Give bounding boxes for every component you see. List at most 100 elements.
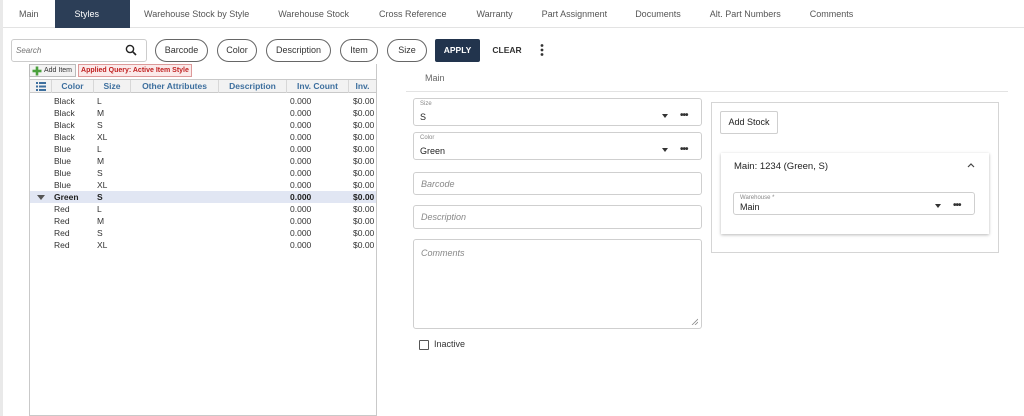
cell-size: S — [97, 192, 103, 202]
warehouse-field[interactable]: Warehouse * Main ••• — [733, 192, 975, 215]
inactive-label: Inactive — [434, 339, 466, 349]
table-row[interactable]: Blue S 0.000 $0.00 — [30, 167, 376, 179]
table-row[interactable]: Black XL 0.000 $0.00 — [30, 131, 376, 143]
resize-handle-icon[interactable] — [691, 318, 698, 325]
grid-toolbar: Add Item Applied Query: Active Item Styl… — [29, 64, 192, 78]
filter-description-button[interactable]: Description — [266, 39, 331, 62]
cell-color: Black — [54, 96, 75, 106]
column-header-inv-count[interactable]: Inv. Count — [287, 80, 349, 93]
plus-icon — [32, 66, 42, 75]
cell-inv-count: 0.000 — [290, 96, 312, 106]
tab-alt-part-numbers[interactable]: Alt. Part Numbers — [695, 0, 796, 28]
filter-color-button[interactable]: Color — [217, 39, 257, 62]
warehouse-field-label: Warehouse * — [740, 195, 775, 201]
cell-inv: $0.00 — [353, 108, 375, 118]
tab-styles[interactable]: Styles — [54, 0, 131, 28]
cell-color: Blue — [54, 156, 72, 166]
cell-size: L — [97, 204, 102, 214]
cell-size: M — [97, 156, 105, 166]
table-row[interactable]: Black L 0.000 $0.00 — [30, 95, 376, 107]
table-row[interactable]: Red L 0.000 $0.00 — [30, 203, 376, 215]
color-field-label: Color — [420, 135, 435, 141]
cell-size: XL — [97, 240, 108, 250]
add-item-button[interactable]: Add Item — [29, 64, 77, 77]
column-header-inv[interactable]: Inv. — [349, 80, 376, 93]
add-item-label: Add Item — [44, 67, 73, 74]
filter-barcode-button[interactable]: Barcode — [155, 39, 208, 62]
table-row[interactable]: Red S 0.000 $0.00 — [30, 227, 376, 239]
cell-inv-count: 0.000 — [290, 228, 312, 238]
table-row[interactable]: Blue L 0.000 $0.00 — [30, 143, 376, 155]
column-header-color[interactable]: Color — [52, 80, 94, 93]
stock-card: Main: 1234 (Green, S) Warehouse * Main •… — [721, 153, 989, 234]
color-lookup-icon[interactable]: ••• — [680, 145, 688, 155]
tab-warranty[interactable]: Warranty — [461, 0, 527, 28]
tab-bar: Main Styles Warehouse Stock by Style War… — [3, 0, 1024, 28]
size-dropdown-icon[interactable] — [662, 114, 668, 118]
search-icon[interactable] — [125, 44, 137, 56]
cell-size: L — [97, 144, 102, 154]
cell-size: XL — [97, 180, 108, 190]
column-header-other-attributes[interactable]: Other Attributes — [131, 80, 219, 93]
tab-cross-reference[interactable]: Cross Reference — [364, 0, 462, 28]
cell-inv-count: 0.000 — [290, 120, 312, 130]
table-row[interactable]: Green S 0.000 $0.00 — [30, 191, 376, 203]
comments-placeholder: Comments — [421, 248, 465, 258]
tab-warehouse-stock-by-style[interactable]: Warehouse Stock by Style — [130, 0, 263, 28]
cell-size: S — [97, 168, 103, 178]
tab-documents[interactable]: Documents — [621, 0, 695, 28]
cell-color: Black — [54, 108, 75, 118]
cell-size: XL — [97, 132, 108, 142]
size-field[interactable]: Size S ••• — [413, 98, 702, 126]
barcode-input[interactable]: Barcode — [413, 172, 702, 195]
expand-caret-icon[interactable] — [37, 195, 45, 200]
cell-color: Black — [54, 132, 75, 142]
tab-comments[interactable]: Comments — [796, 0, 868, 28]
apply-button[interactable]: APPLY — [435, 39, 480, 62]
cell-inv-count: 0.000 — [290, 156, 312, 166]
more-options-icon[interactable] — [537, 43, 547, 57]
inactive-checkbox[interactable] — [419, 340, 429, 350]
cell-size: M — [97, 216, 105, 226]
tab-part-assignment[interactable]: Part Assignment — [528, 0, 622, 28]
color-field[interactable]: Color Green ••• — [413, 132, 702, 160]
description-placeholder: Description — [421, 212, 467, 222]
table-row[interactable]: Blue M 0.000 $0.00 — [30, 155, 376, 167]
table-row[interactable]: Red XL 0.000 $0.00 — [30, 239, 376, 251]
search-input[interactable] — [16, 43, 116, 58]
add-stock-button[interactable]: Add Stock — [720, 111, 778, 134]
search-box — [11, 39, 147, 62]
warehouse-field-value: Main — [740, 202, 760, 212]
color-dropdown-icon[interactable] — [662, 148, 668, 152]
cell-inv: $0.00 — [353, 240, 375, 250]
column-header-description[interactable]: Description — [219, 80, 287, 93]
table-row[interactable]: Red M 0.000 $0.00 — [30, 215, 376, 227]
filter-item-button[interactable]: Item — [340, 39, 378, 62]
cell-size: S — [97, 228, 103, 238]
tab-warehouse-stock[interactable]: Warehouse Stock — [263, 0, 364, 28]
column-header-size[interactable]: Size — [94, 80, 131, 93]
cell-inv-count: 0.000 — [290, 180, 312, 190]
comments-textarea[interactable]: Comments — [413, 239, 702, 329]
size-lookup-icon[interactable]: ••• — [680, 111, 688, 121]
chevron-up-icon[interactable] — [967, 162, 975, 168]
barcode-placeholder: Barcode — [421, 179, 455, 189]
cell-inv-count: 0.000 — [290, 204, 312, 214]
cell-inv: $0.00 — [353, 168, 375, 178]
cell-color: Blue — [54, 168, 72, 178]
warehouse-dropdown-icon[interactable] — [935, 204, 941, 208]
description-input[interactable]: Description — [413, 205, 702, 229]
warehouse-lookup-icon[interactable]: ••• — [953, 201, 961, 211]
color-field-value: Green — [420, 146, 446, 156]
column-chooser[interactable] — [30, 80, 52, 93]
cell-inv-count: 0.000 — [290, 144, 312, 154]
table-row[interactable]: Black M 0.000 $0.00 — [30, 107, 376, 119]
cell-inv-count: 0.000 — [290, 108, 312, 118]
section-label-main: Main — [425, 73, 445, 83]
tab-main[interactable]: Main — [3, 0, 55, 28]
table-row[interactable]: Black S 0.000 $0.00 — [30, 119, 376, 131]
table-row[interactable]: Blue XL 0.000 $0.00 — [30, 179, 376, 191]
clear-button[interactable]: CLEAR — [489, 39, 525, 62]
filter-size-button[interactable]: Size — [387, 39, 427, 62]
cell-color: Red — [54, 204, 70, 214]
